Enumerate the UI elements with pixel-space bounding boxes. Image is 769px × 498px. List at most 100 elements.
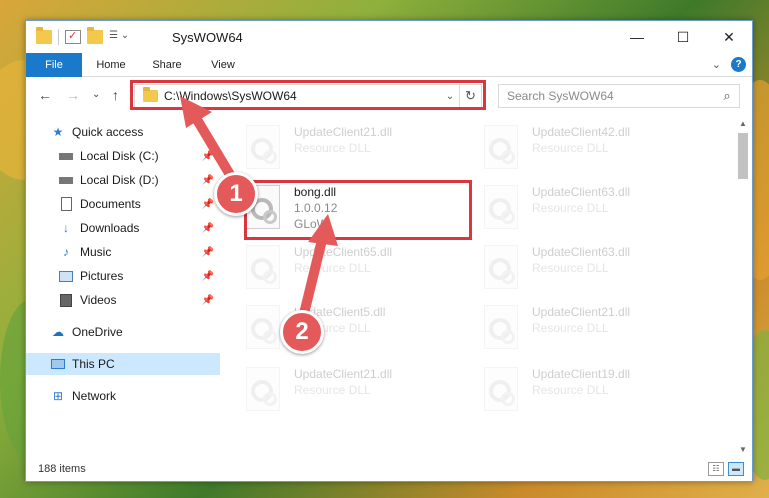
dll-file-icon xyxy=(484,245,518,289)
sidebar-item-pictures[interactable]: Pictures 📌 xyxy=(26,265,220,287)
pin-icon[interactable]: 📌 xyxy=(202,199,214,210)
separator xyxy=(58,29,59,45)
vertical-scrollbar[interactable]: ▲ ▼ xyxy=(736,117,750,457)
search-box[interactable]: Search SysWOW64 ⌕ xyxy=(498,84,740,108)
scroll-down-icon[interactable]: ▼ xyxy=(736,443,750,457)
dll-file-icon xyxy=(246,245,280,289)
details-view-icon[interactable]: ☷ xyxy=(708,462,724,476)
network-icon: ⊞ xyxy=(52,389,64,403)
maximize-button[interactable]: ☐ xyxy=(660,21,706,53)
file-description: Resource DLL xyxy=(532,383,609,397)
tiles-view-icon[interactable]: ▬ xyxy=(728,462,744,476)
window-title: SysWOW64 xyxy=(172,30,243,45)
tab-view[interactable]: View xyxy=(198,53,248,77)
file-description: Resource DLL xyxy=(532,201,609,215)
minimize-button[interactable]: — xyxy=(614,21,660,53)
file-item[interactable]: UpdateClient5.dll Resource DLL xyxy=(222,303,442,359)
sidebar-item-label: Downloads xyxy=(80,221,140,235)
dll-file-icon xyxy=(246,367,280,411)
explorer-window: ✓ ☰ ⌄ SysWOW64 — ☐ ✕ File Home Share Vie… xyxy=(25,20,753,482)
navigation-pane: ★ Quick access Local Disk (C:) 📌 Local D… xyxy=(26,117,220,457)
sidebar-item-label: Quick access xyxy=(72,125,144,139)
file-name: UpdateClient21.dll xyxy=(532,305,631,319)
sidebar-item-label: Pictures xyxy=(80,269,124,283)
status-bar: 188 items ☷ ▬ xyxy=(26,457,752,481)
dll-file-icon xyxy=(484,367,518,411)
tab-home[interactable]: Home xyxy=(86,53,136,77)
back-button[interactable]: ← xyxy=(38,87,52,103)
sidebar-item-documents[interactable]: Documents 📌 xyxy=(26,193,220,215)
sidebar-item-onedrive[interactable]: ☁ OneDrive xyxy=(26,321,220,343)
sidebar-item-videos[interactable]: Videos 📌 xyxy=(26,289,220,311)
computer-icon xyxy=(50,357,66,371)
download-icon: ↓ xyxy=(63,221,69,235)
ribbon-collapse-icon[interactable]: ⌄ xyxy=(712,58,721,71)
drive-icon xyxy=(58,149,74,163)
ribbon-right: ⌄ ? xyxy=(712,57,746,72)
sidebar-item-label: OneDrive xyxy=(72,325,123,339)
scroll-thumb[interactable] xyxy=(738,133,748,179)
file-item[interactable]: UpdateClient21.dll Resource DLL xyxy=(460,303,680,359)
file-description: Resource DLL xyxy=(532,141,609,155)
file-description: Resource DLL xyxy=(294,141,371,155)
file-description: Resource DLL xyxy=(532,261,609,275)
sidebar-item-this-pc[interactable]: This PC xyxy=(26,353,220,375)
file-item[interactable]: UpdateClient21.dll Resource DLL xyxy=(222,365,442,421)
drive-icon xyxy=(58,173,74,187)
help-icon[interactable]: ? xyxy=(731,57,746,72)
tab-share[interactable]: Share xyxy=(142,53,192,77)
file-name: UpdateClient19.dll xyxy=(532,367,631,381)
sidebar-item-local-disk-c[interactable]: Local Disk (C:) 📌 xyxy=(26,145,220,167)
file-description: Resource DLL xyxy=(294,383,371,397)
file-description: Resource DLL xyxy=(294,261,371,275)
new-folder-icon[interactable] xyxy=(87,27,103,44)
file-item[interactable]: UpdateClient65.dll Resource DLL xyxy=(222,243,442,299)
file-highlight-box xyxy=(244,180,472,240)
file-name: UpdateClient21.dll xyxy=(294,367,393,381)
file-item[interactable]: UpdateClient42.dll Resource DLL xyxy=(460,123,680,179)
file-description: Resource DLL xyxy=(532,321,609,335)
pin-icon[interactable]: 📌 xyxy=(202,247,214,258)
sidebar-item-label: Network xyxy=(72,389,117,403)
pin-icon[interactable]: 📌 xyxy=(202,175,214,186)
file-item[interactable]: UpdateClient19.dll Resource DLL xyxy=(460,365,680,421)
file-item[interactable]: UpdateClient63.dll Resource DLL xyxy=(460,183,680,239)
sidebar-item-network[interactable]: ⊞ Network xyxy=(26,385,220,407)
pin-icon[interactable]: 📌 xyxy=(202,223,214,234)
sidebar-item-label: This PC xyxy=(72,357,115,371)
pin-icon[interactable]: 📌 xyxy=(202,151,214,162)
file-name: UpdateClient63.dll xyxy=(532,185,631,199)
forward-button[interactable]: → xyxy=(66,87,80,103)
folder-icon[interactable] xyxy=(36,27,52,44)
file-item[interactable]: UpdateClient63.dll Resource DLL xyxy=(460,243,680,299)
scroll-up-icon[interactable]: ▲ xyxy=(736,117,750,131)
up-button[interactable]: ↑ xyxy=(112,87,119,103)
pin-icon[interactable]: 📌 xyxy=(202,295,214,306)
item-count: 188 items xyxy=(38,463,86,475)
sidebar-item-music[interactable]: ♪ Music 📌 xyxy=(26,241,220,263)
tab-file[interactable]: File xyxy=(26,53,82,77)
view-toggles: ☷ ▬ xyxy=(708,462,744,476)
search-input[interactable]: Search SysWOW64 xyxy=(507,89,715,103)
recent-locations-button[interactable]: ⌄ xyxy=(92,89,100,100)
file-name: UpdateClient21.dll xyxy=(294,125,393,139)
customize-icon[interactable]: ☰ ⌄ xyxy=(109,30,137,44)
step-1-badge: 1 xyxy=(214,172,258,216)
properties-icon[interactable]: ✓ xyxy=(65,30,81,44)
file-item[interactable]: UpdateClient21.dll Resource DLL xyxy=(222,123,442,179)
sidebar-item-quick-access[interactable]: ★ Quick access xyxy=(26,121,220,143)
ribbon-tabs: File Home Share View ⌄ ? xyxy=(26,53,752,77)
star-icon: ★ xyxy=(52,125,64,139)
sidebar-item-local-disk-d[interactable]: Local Disk (D:) 📌 xyxy=(26,169,220,191)
address-highlight-box xyxy=(130,80,486,110)
cloud-icon: ☁ xyxy=(52,325,64,339)
pin-icon[interactable]: 📌 xyxy=(202,271,214,282)
close-button[interactable]: ✕ xyxy=(706,21,752,53)
quick-access-toolbar: ✓ ☰ ⌄ xyxy=(36,27,143,45)
file-name: UpdateClient65.dll xyxy=(294,245,393,259)
file-name: UpdateClient42.dll xyxy=(532,125,631,139)
videos-icon xyxy=(58,293,74,307)
sidebar-item-downloads[interactable]: ↓ Downloads 📌 xyxy=(26,217,220,239)
search-icon[interactable]: ⌕ xyxy=(715,88,739,104)
dll-file-icon xyxy=(484,305,518,349)
